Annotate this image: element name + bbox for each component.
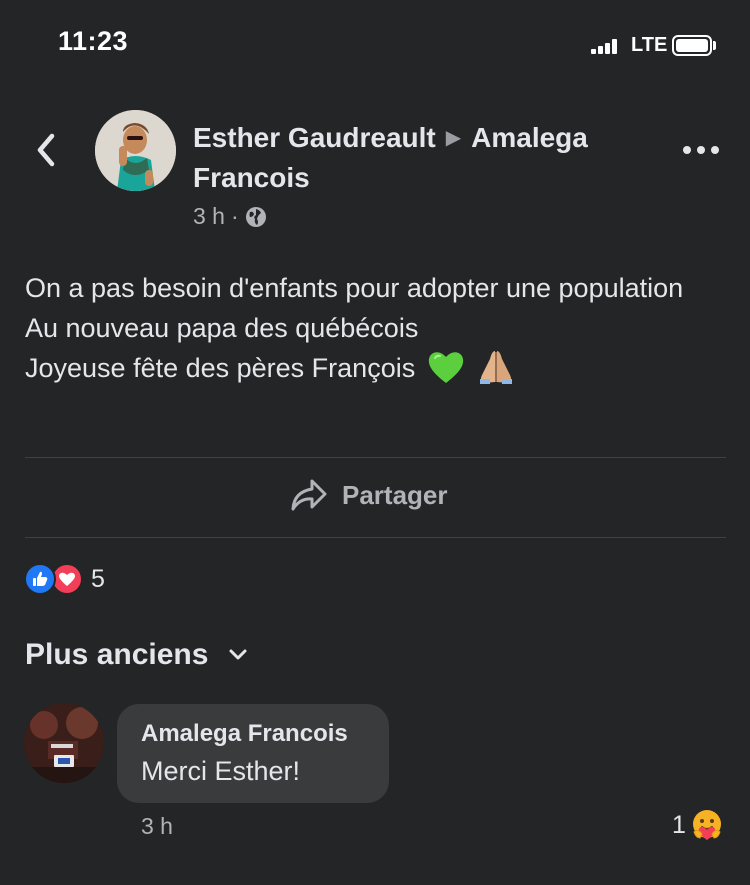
more-options-button[interactable] [683, 142, 719, 158]
like-reaction-icon [24, 563, 56, 595]
share-arrow-icon [291, 479, 327, 511]
post-timestamp[interactable]: 3 h [193, 203, 225, 230]
comment-bubble[interactable]: Amalega Francois Merci Esther! [117, 704, 389, 803]
commenter-avatar[interactable] [24, 703, 104, 783]
heart-icon [59, 572, 75, 586]
post-line: Joyeuse fête des pères François [25, 353, 416, 383]
status-time: 11:23 [58, 26, 129, 56]
arrow-right-icon: ▶ [445, 127, 462, 149]
meta-separator: · [230, 203, 239, 229]
post-meta: 3 h · [193, 203, 267, 230]
dot-icon [697, 146, 705, 154]
post-author-line: Esther Gaudreault ▶ Amalega Francois [193, 118, 663, 198]
comment-reactions[interactable]: 1 [672, 808, 724, 842]
divider [25, 457, 726, 458]
post-text: On a pas besoin d'enfants pour adopter u… [25, 268, 725, 388]
network-label: LTE [631, 34, 668, 56]
reactions-summary[interactable]: 5 [24, 563, 105, 595]
thumbs-up-icon [33, 571, 48, 586]
battery-tip [713, 41, 716, 50]
comment-text: Merci Esther! [141, 756, 301, 786]
globe-icon [245, 206, 266, 227]
reaction-count: 5 [91, 564, 105, 593]
commenter-photo [24, 703, 104, 783]
signal-strength-icon [591, 38, 621, 54]
share-button[interactable]: Partager [290, 478, 448, 512]
post-line: Au nouveau papa des québécois [25, 313, 419, 343]
divider [25, 537, 726, 538]
comment-sort-dropdown[interactable]: Plus anciens [25, 638, 248, 672]
back-button[interactable] [32, 130, 62, 170]
comment-author[interactable]: Amalega Francois [141, 718, 389, 750]
battery-icon [672, 35, 712, 56]
chevron-down-icon [229, 649, 247, 660]
comment-timestamp: 3 h [141, 813, 173, 839]
sort-label: Plus anciens [25, 638, 209, 671]
post-line: On a pas besoin d'enfants pour adopter u… [25, 273, 684, 303]
dot-icon [683, 146, 691, 154]
share-label: Partager [342, 479, 448, 510]
person-photo [95, 110, 176, 191]
care-reaction-icon [692, 810, 721, 840]
author-avatar[interactable] [95, 110, 176, 191]
post-line-with-emoji: Joyeuse fête des pères François [25, 348, 725, 388]
green-heart-emoji [428, 352, 463, 383]
author-name[interactable]: Esther Gaudreault [193, 122, 436, 153]
chevron-left-icon [37, 133, 55, 167]
comment-reaction-count: 1 [672, 810, 686, 839]
dot-icon [711, 146, 719, 154]
folded-hands-emoji [480, 351, 513, 384]
